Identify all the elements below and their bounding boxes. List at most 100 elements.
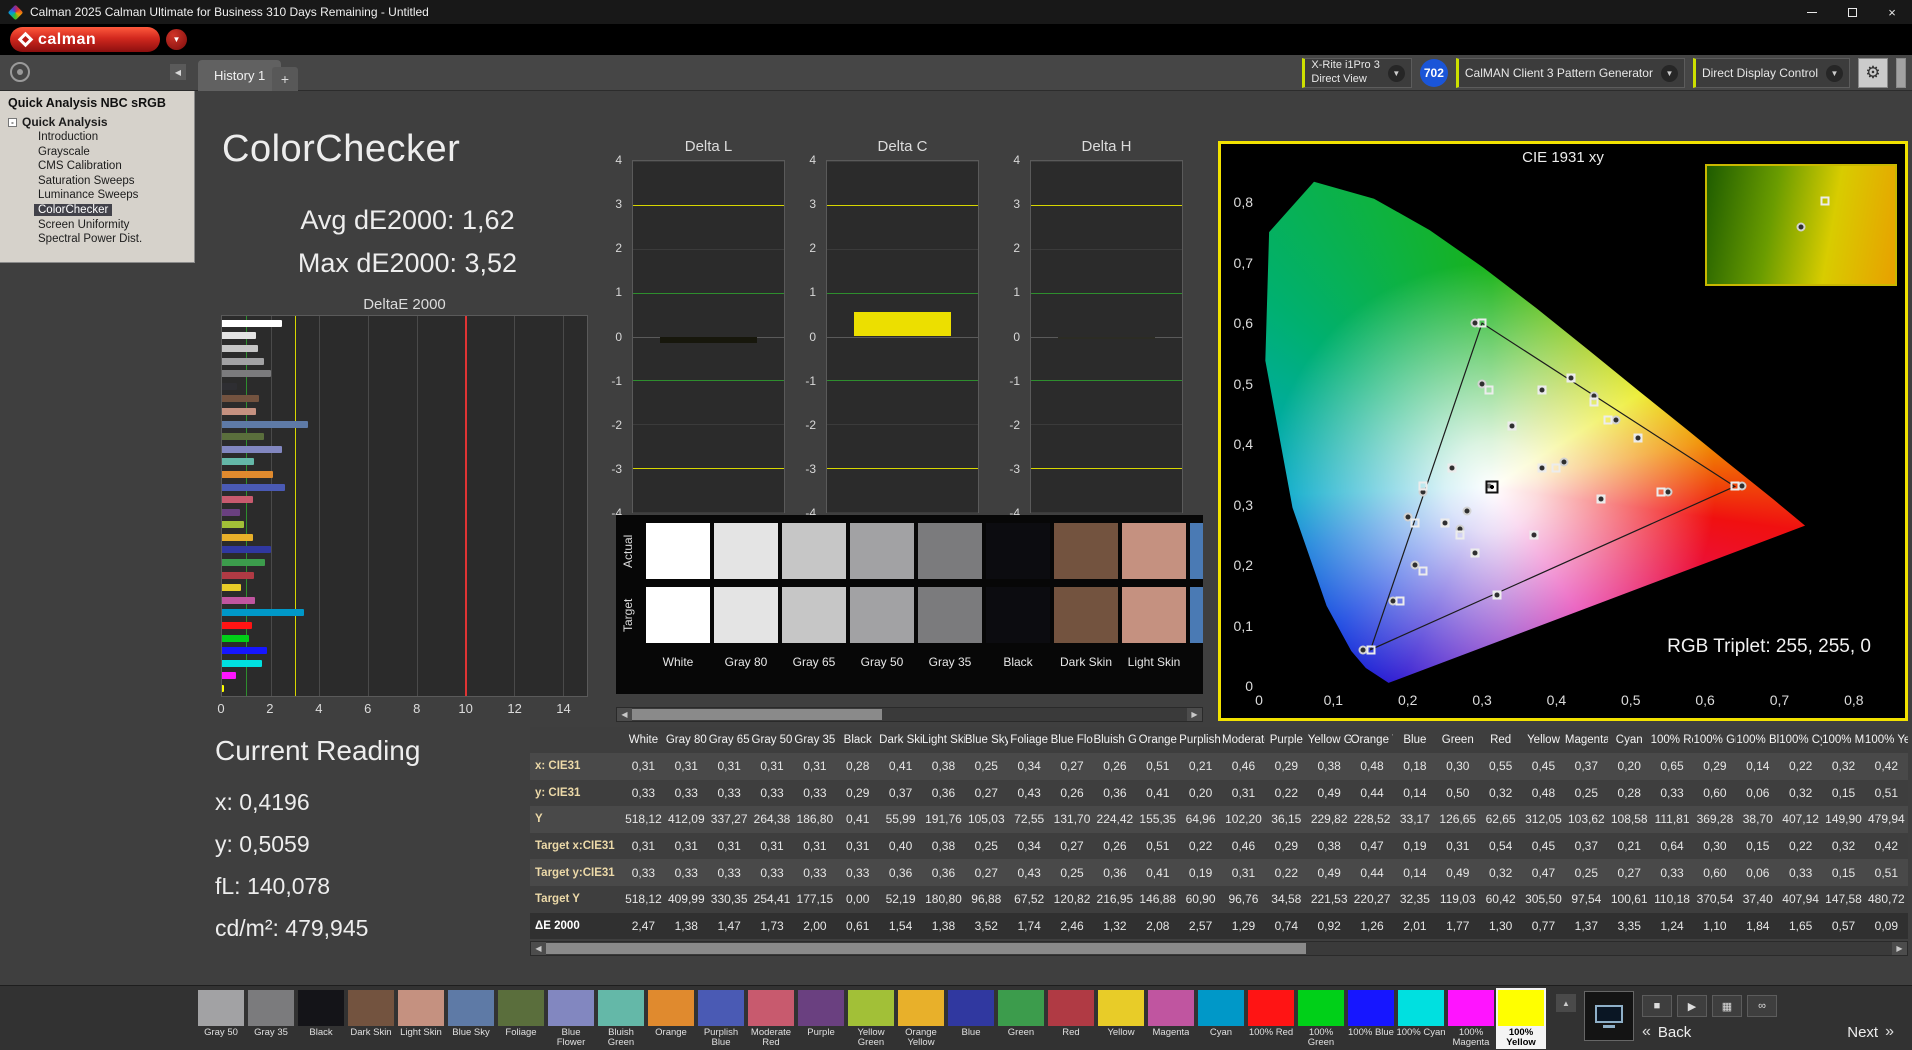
cie-chart-panel: CIE 1931 xy 00,10,20,30,40,50,60,70,8 00… [1218, 141, 1908, 721]
column-header-yellow-green: Yellow Green [1308, 734, 1351, 746]
calman-menu-button[interactable]: calman [10, 27, 160, 52]
pattern-swatch-color [698, 990, 744, 1026]
column-header-blue: Blue [1393, 734, 1436, 746]
sidebar-item-screen-uniformity[interactable]: Screen Uniformity [0, 218, 194, 233]
pattern-swatch-yellow[interactable]: Yellow [1096, 988, 1146, 1049]
table-cell: 1,73 [751, 919, 794, 933]
pattern-swatch-orange-yellow[interactable]: Orange Yellow [896, 988, 946, 1049]
pattern-swatch-gray-50[interactable]: Gray 50 [196, 988, 246, 1049]
calman-menu-dropdown[interactable]: ▼ [166, 29, 187, 50]
sidebar-item-introduction[interactable]: Introduction [0, 130, 194, 145]
swatch-scrollbar[interactable]: ◀ ▶ [616, 707, 1203, 722]
pattern-swatch-purplish-blue[interactable]: Purplish Blue [696, 988, 746, 1049]
table-cell: 0,51 [1865, 786, 1908, 800]
pattern-swatch-gray-35[interactable]: Gray 35 [246, 988, 296, 1049]
next-button[interactable]: Next » [1847, 1023, 1894, 1041]
pattern-swatch-100-blue[interactable]: 100% Blue [1346, 988, 1396, 1049]
table-cell: 0,33 [665, 866, 708, 880]
pattern-swatch-label: 100% Red [1249, 1028, 1293, 1049]
pattern-swatch-red[interactable]: Red [1046, 988, 1096, 1049]
minimize-button[interactable] [1792, 0, 1832, 24]
pattern-swatch-100-magenta[interactable]: 100% Magenta [1446, 988, 1496, 1049]
actual-swatch-partial [1190, 523, 1203, 579]
pattern-swatch-magenta[interactable]: Magenta [1146, 988, 1196, 1049]
pattern-swatch-blue-sky[interactable]: Blue Sky [446, 988, 496, 1049]
sidebar-item-colorchecker[interactable]: ColorChecker [0, 203, 194, 218]
more-tools-button[interactable] [1896, 58, 1906, 88]
sidebar-item-grayscale[interactable]: Grayscale [0, 145, 194, 160]
column-header-yellow: Yellow [1522, 734, 1565, 746]
stop-button[interactable]: ■ [1642, 995, 1672, 1017]
monitor-icon [1595, 1005, 1623, 1023]
chevron-down-icon: ▼ [1661, 65, 1678, 82]
continuous-read-button[interactable]: ∞ [1747, 995, 1777, 1017]
scroll-left-icon[interactable]: ◀ [531, 942, 546, 955]
scrollbar-track[interactable] [546, 942, 1892, 955]
play-button[interactable]: ▶ [1677, 995, 1707, 1017]
scroll-right-icon[interactable]: ▶ [1892, 942, 1907, 955]
pattern-swatch-dark-skin[interactable]: Dark Skin [346, 988, 396, 1049]
sidebar-item-saturation-sweeps[interactable]: Saturation Sweeps [0, 174, 194, 189]
target-swatch-black [986, 587, 1050, 643]
delta-l-chart [632, 160, 785, 513]
pattern-swatch-moderate-red[interactable]: Moderate Red [746, 988, 796, 1049]
expand-pattern-bar-button[interactable]: ▲ [1556, 994, 1576, 1012]
table-cell: 0,15 [1736, 839, 1779, 853]
sidebar-item-spectral-power-dist[interactable]: Spectral Power Dist. [0, 232, 194, 247]
pattern-swatch-100-red[interactable]: 100% Red [1246, 988, 1296, 1049]
record-button[interactable] [10, 62, 30, 82]
add-tab-button[interactable]: + [272, 67, 298, 91]
back-button[interactable]: « Back [1642, 1023, 1691, 1041]
pattern-swatch-light-skin[interactable]: Light Skin [396, 988, 446, 1049]
table-cell: 0,33 [751, 866, 794, 880]
swatch-label: Light Skin [1122, 655, 1186, 669]
pattern-swatch-blue[interactable]: Blue [946, 988, 996, 1049]
tab-history-1[interactable]: History 1 [198, 60, 281, 91]
scroll-left-icon[interactable]: ◀ [617, 708, 632, 721]
column-header-magenta: Magenta [1565, 734, 1608, 746]
pattern-swatch-100-cyan[interactable]: 100% Cyan [1396, 988, 1446, 1049]
pattern-swatch-purple[interactable]: Purple [796, 988, 846, 1049]
tree-expander-icon[interactable]: - [8, 118, 17, 127]
settings-button[interactable]: ⚙ [1858, 58, 1888, 88]
pattern-swatch-100-yellow[interactable]: 100% Yellow [1496, 988, 1546, 1049]
pattern-swatch-cyan[interactable]: Cyan [1196, 988, 1246, 1049]
pattern-swatch-color [748, 990, 794, 1026]
table-cell: 0,55 [1479, 759, 1522, 773]
display-control-select[interactable]: Direct Display Control ▼ [1693, 58, 1850, 88]
sidebar-item-quick-analysis[interactable]: - Quick Analysis [0, 114, 194, 130]
maximize-button[interactable] [1832, 0, 1872, 24]
monitor-stand-icon [1603, 1025, 1615, 1028]
table-cell: 62,65 [1479, 812, 1522, 826]
sidebar-collapse-button[interactable]: ◀ [170, 64, 186, 80]
table-cell: 1,38 [922, 919, 965, 933]
scroll-right-icon[interactable]: ▶ [1187, 708, 1202, 721]
pattern-swatch-100-green[interactable]: 100% Green [1296, 988, 1346, 1049]
chevron-right-icon: » [1885, 1023, 1894, 1041]
pattern-generator-select[interactable]: CalMAN Client 3 Pattern Generator ▼ [1456, 58, 1685, 88]
grid-read-button[interactable]: ▦ [1712, 995, 1742, 1017]
pattern-swatch-bluish-green[interactable]: Bluish Green [596, 988, 646, 1049]
cie-point-target [1634, 434, 1643, 443]
pattern-window-button[interactable] [1584, 991, 1634, 1041]
table-header-row: WhiteGray 80Gray 65Gray 50Gray 35BlackDa… [530, 727, 1908, 753]
pattern-swatch-foliage[interactable]: Foliage [496, 988, 546, 1049]
meter-select[interactable]: X-Rite i1Pro 3 Direct View ▼ [1302, 58, 1411, 88]
cie-point-target [1589, 397, 1598, 406]
scrollbar-thumb[interactable] [632, 709, 882, 720]
grid-icon: ▦ [1722, 1000, 1732, 1013]
pattern-swatch-green[interactable]: Green [996, 988, 1046, 1049]
scrollbar-track[interactable] [632, 708, 1187, 721]
pattern-swatch-orange[interactable]: Orange [646, 988, 696, 1049]
pattern-swatch-yellow-green[interactable]: Yellow Green [846, 988, 896, 1049]
sidebar-item-cms-calibration[interactable]: CMS Calibration [0, 159, 194, 174]
sidebar-item-luminance-sweeps[interactable]: Luminance Sweeps [0, 188, 194, 203]
close-button[interactable]: × [1872, 0, 1912, 24]
scrollbar-thumb[interactable] [546, 943, 1306, 954]
meter-mode: Direct View [1311, 73, 1379, 87]
pattern-swatch-label: Foliage [505, 1028, 536, 1049]
chevron-up-icon: ▲ [1562, 999, 1570, 1008]
pattern-swatch-blue-flower[interactable]: Blue Flower [546, 988, 596, 1049]
table-scrollbar[interactable]: ◀ ▶ [530, 941, 1908, 956]
pattern-swatch-black[interactable]: Black [296, 988, 346, 1049]
